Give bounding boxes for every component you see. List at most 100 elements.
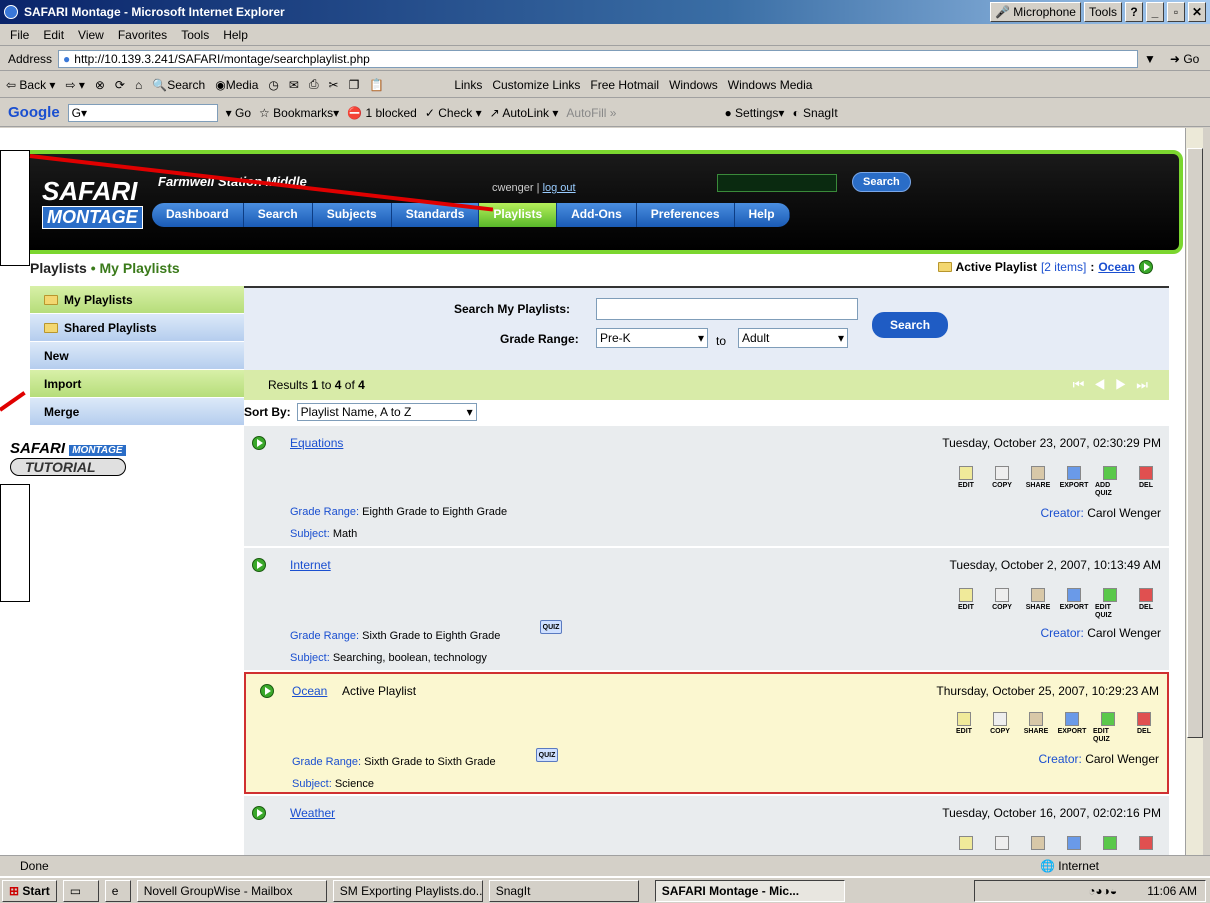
safari-logo[interactable]: SAFARI	[42, 176, 137, 207]
back-button[interactable]: ⇦ Back ▾	[6, 78, 55, 92]
sidebar-item-new[interactable]: New	[30, 342, 244, 370]
sidebar-item-merge[interactable]: Merge	[30, 398, 244, 426]
menu-tools[interactable]: Tools	[181, 28, 209, 42]
playlist-name-link[interactable]: Internet	[290, 558, 331, 572]
vertical-scrollbar[interactable]	[1185, 128, 1203, 855]
edit-button[interactable]: EDIT	[951, 588, 981, 620]
quiz-button[interactable]: ADD QUIZ	[1095, 466, 1125, 498]
grade-from-select[interactable]: Pre-K ▾	[596, 328, 708, 348]
play-icon[interactable]	[252, 436, 266, 450]
link-windows[interactable]: Windows	[669, 78, 718, 92]
bookmarks-button[interactable]: ☆ Bookmarks▾	[259, 106, 339, 120]
site-search-button[interactable]: Search	[852, 172, 911, 192]
share-button[interactable]: SHARE	[1023, 466, 1053, 498]
menu-file[interactable]: File	[10, 28, 29, 42]
settings-button[interactable]: ● Settings▾	[724, 106, 784, 120]
microphone-button[interactable]: 🎤 Microphone	[989, 2, 1081, 22]
quiz-button[interactable]: EDIT QUIZ	[1093, 712, 1123, 744]
minimize-button[interactable]: _	[1146, 2, 1164, 22]
task-safari-montage[interactable]: SAFARI Montage - Mic...	[654, 879, 845, 902]
export-button[interactable]: EXPORT	[1057, 712, 1087, 744]
menu-help[interactable]: Help	[223, 28, 248, 42]
copy-button[interactable]: COPY	[987, 588, 1017, 620]
menu-favorites[interactable]: Favorites	[118, 28, 167, 42]
playlist-name-link[interactable]: Weather	[290, 806, 335, 820]
media-button[interactable]: ◉Media	[215, 78, 258, 92]
export-button[interactable]: EXPORT	[1059, 466, 1089, 498]
print-icon[interactable]: ⎙	[309, 77, 319, 92]
tutorial-logo[interactable]: SAFARI MONTAGE TUTORIAL	[10, 440, 126, 476]
window-titlebar[interactable]: SAFARI Montage - Microsoft Internet Expl…	[0, 0, 1210, 24]
tray-icons[interactable]: ◔◕◑◒	[1088, 884, 1117, 898]
export-button[interactable]: EXPORT	[1059, 588, 1089, 620]
tab-subjects[interactable]: Subjects	[313, 203, 392, 227]
sort-select[interactable]: Playlist Name, A to Z ▾	[296, 403, 477, 421]
autofill-button[interactable]: AutoFill »	[566, 106, 616, 120]
tab-addons[interactable]: Add-Ons	[557, 203, 637, 227]
logout-link[interactable]: log out	[543, 182, 576, 194]
quiz-badge[interactable]: QUIZ	[536, 748, 558, 762]
copy-icon[interactable]: ❐	[349, 78, 360, 92]
quiz-button[interactable]: EDIT QUIZ	[1095, 588, 1125, 620]
popup-blocked[interactable]: ⛔ 1 blocked	[347, 106, 417, 120]
check-button[interactable]: ✓ Check ▾	[425, 106, 482, 120]
link-windows-media[interactable]: Windows Media	[728, 78, 813, 92]
edit-button[interactable]	[951, 836, 981, 852]
share-button[interactable]: SHARE	[1021, 712, 1051, 744]
delete-button[interactable]: DEL	[1131, 466, 1161, 498]
forward-button[interactable]: ⇨ ▾	[65, 78, 84, 92]
help-button[interactable]: ?	[1125, 2, 1143, 22]
task-word[interactable]: SM Exporting Playlists.do...	[332, 879, 483, 902]
google-go[interactable]: ▾ Go	[226, 106, 251, 120]
tab-search[interactable]: Search	[244, 203, 313, 227]
montage-logo[interactable]: MONTAGE	[42, 206, 143, 229]
delete-button[interactable]	[1131, 836, 1161, 852]
playlist-name-link[interactable]: Equations	[290, 436, 343, 450]
tab-dashboard[interactable]: Dashboard	[152, 203, 244, 227]
quiz-badge[interactable]: QUIZ	[540, 620, 562, 634]
task-snagit[interactable]: SnagIt	[488, 879, 639, 902]
snagit-button[interactable]: ◐ SnagIt	[792, 106, 837, 120]
address-dropdown-icon[interactable]: ▼	[1144, 52, 1156, 66]
sidebar-item-import[interactable]: Import	[30, 370, 244, 398]
home-icon[interactable]: ⌂	[135, 78, 142, 92]
play-icon[interactable]	[260, 684, 274, 698]
playlist-name-link[interactable]: Ocean	[292, 684, 327, 698]
delete-button[interactable]: DEL	[1131, 588, 1161, 620]
copy-button[interactable]: COPY	[987, 466, 1017, 498]
edit-button[interactable]: EDIT	[949, 712, 979, 744]
play-icon[interactable]	[252, 558, 266, 572]
copy-button[interactable]	[987, 836, 1017, 852]
grade-to-select[interactable]: Adult ▾	[738, 328, 848, 348]
address-input[interactable]: ● http://10.139.3.241/SAFARI/montage/sea…	[58, 49, 1139, 68]
search-input[interactable]	[596, 298, 858, 320]
autolink-button[interactable]: ↗ AutoLink ▾	[490, 106, 559, 120]
play-icon[interactable]	[1139, 260, 1153, 274]
scrollbar-thumb[interactable]	[1187, 148, 1203, 738]
site-search-input[interactable]	[717, 174, 837, 192]
tab-preferences[interactable]: Preferences	[637, 203, 735, 227]
search-toolbar-button[interactable]: 🔍Search	[152, 78, 205, 92]
quiz-button[interactable]	[1095, 836, 1125, 852]
delete-button[interactable]: DEL	[1129, 712, 1159, 744]
edit-button[interactable]: EDIT	[951, 466, 981, 498]
cut-icon[interactable]: ✂	[329, 78, 339, 92]
link-customize[interactable]: Customize Links	[492, 78, 580, 92]
menu-edit[interactable]: Edit	[43, 28, 64, 42]
refresh-icon[interactable]: ⟳	[115, 78, 125, 92]
quicklaunch-ie-icon[interactable]: e	[104, 879, 131, 902]
stop-icon[interactable]: ⊗	[95, 78, 105, 92]
pager-icons[interactable]: ⏮ ◀ ▶ ⏭	[1073, 377, 1151, 393]
tools-button[interactable]: Tools	[1083, 2, 1122, 22]
sidebar-item-my-playlists[interactable]: My Playlists	[30, 286, 244, 314]
active-playlist-link[interactable]: Ocean	[1098, 260, 1135, 274]
start-button[interactable]: ⊞ Start	[2, 879, 57, 902]
sidebar-item-shared-playlists[interactable]: Shared Playlists	[30, 314, 244, 342]
quicklaunch-desktop-icon[interactable]: ▭	[62, 879, 99, 902]
paste-icon[interactable]: 📋	[369, 78, 384, 92]
share-button[interactable]	[1023, 836, 1053, 852]
tab-help[interactable]: Help	[735, 203, 790, 227]
clock[interactable]: 11:06 AM	[1147, 884, 1197, 898]
copy-button[interactable]: COPY	[985, 712, 1015, 744]
google-search-input[interactable]: G▾	[67, 103, 218, 122]
